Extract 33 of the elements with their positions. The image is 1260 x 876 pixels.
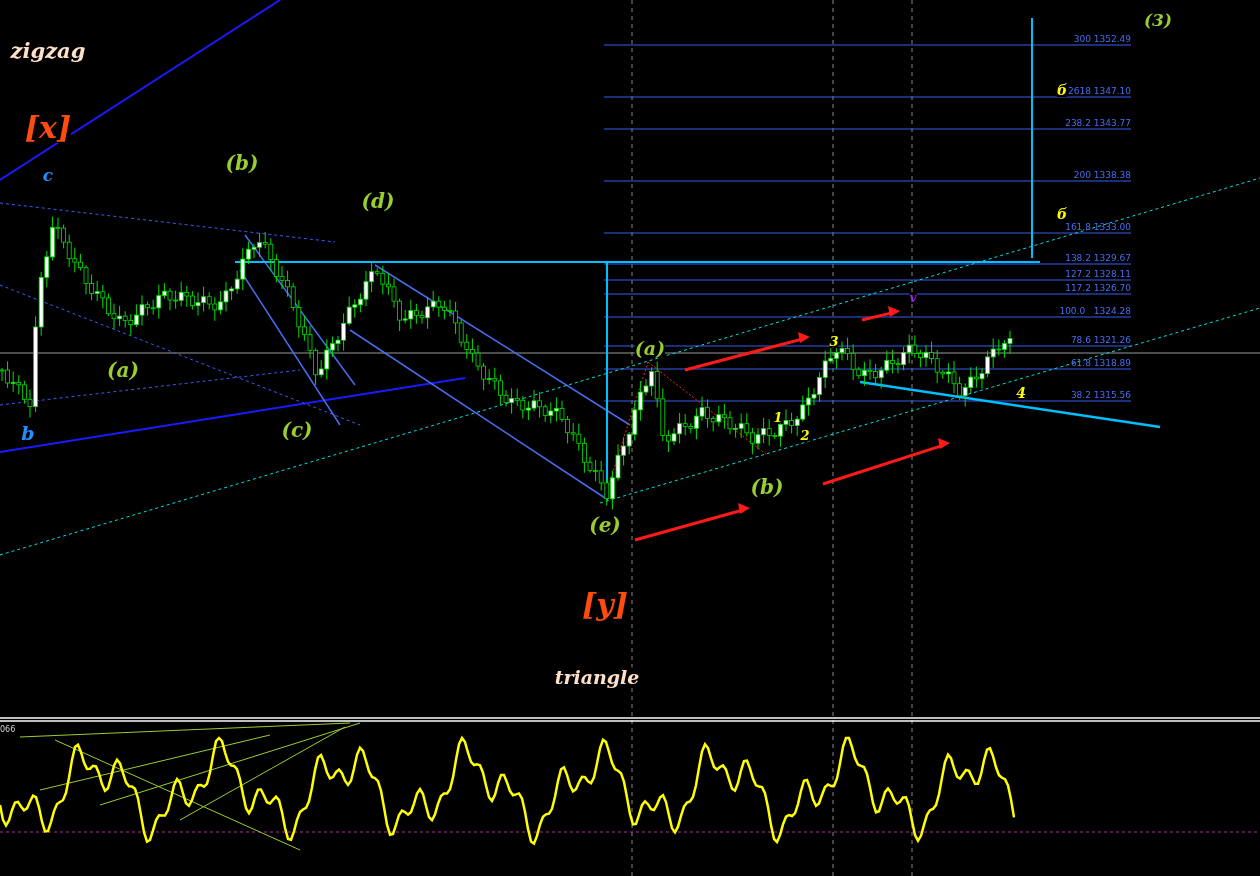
fib-level-label: 161.8 1333.00 xyxy=(1065,223,1131,232)
wave-label: [y] xyxy=(582,590,628,620)
wave-label: b xyxy=(21,423,35,443)
wave-label: (b) xyxy=(750,477,784,497)
fib-level-label: 127.2 1328.11 xyxy=(1065,270,1131,279)
wave-marker: v xyxy=(909,292,917,304)
wave-label: 2 xyxy=(800,428,810,442)
wave-label: 1 xyxy=(773,410,783,424)
wave-label: (a) xyxy=(107,360,139,380)
fib-level-label: 78.6 1321.26 xyxy=(1070,336,1131,345)
wave-label: (a) xyxy=(634,338,666,358)
fib-level-label: 100.0 1324.28 xyxy=(1059,307,1131,316)
wave-label: (3) xyxy=(1144,11,1172,29)
oscillator-value: 066 xyxy=(0,726,16,734)
wave-marker: б xyxy=(1056,207,1068,221)
wave-label: triangle xyxy=(554,667,640,687)
fib-level-label: 61.8 1318.89 xyxy=(1070,359,1131,368)
fib-level-label: 200 1338.38 xyxy=(1073,171,1131,180)
wave-label: 3 xyxy=(829,334,839,348)
fib-level-label: 38.2 1315.56 xyxy=(1070,391,1131,400)
fib-level-label: 300 1352.49 xyxy=(1073,35,1131,44)
fib-level-label: 238.2 1343.77 xyxy=(1065,119,1131,128)
wave-marker: б xyxy=(1056,83,1068,97)
wave-label: zigzag xyxy=(10,39,86,61)
fib-level-label: 138.2 1329.67 xyxy=(1065,254,1131,263)
wave-label: (c) xyxy=(281,420,313,440)
wave-label: 4 xyxy=(1016,386,1026,400)
wave-label: [x] xyxy=(24,113,72,143)
fib-level-label: 117.2 1326.70 xyxy=(1065,284,1131,293)
fib-level-label: 2618 1347.10 xyxy=(1068,87,1131,96)
wave-label: (b) xyxy=(225,153,259,173)
wave-label: (d) xyxy=(361,191,395,211)
wave-label: (e) xyxy=(589,515,621,535)
